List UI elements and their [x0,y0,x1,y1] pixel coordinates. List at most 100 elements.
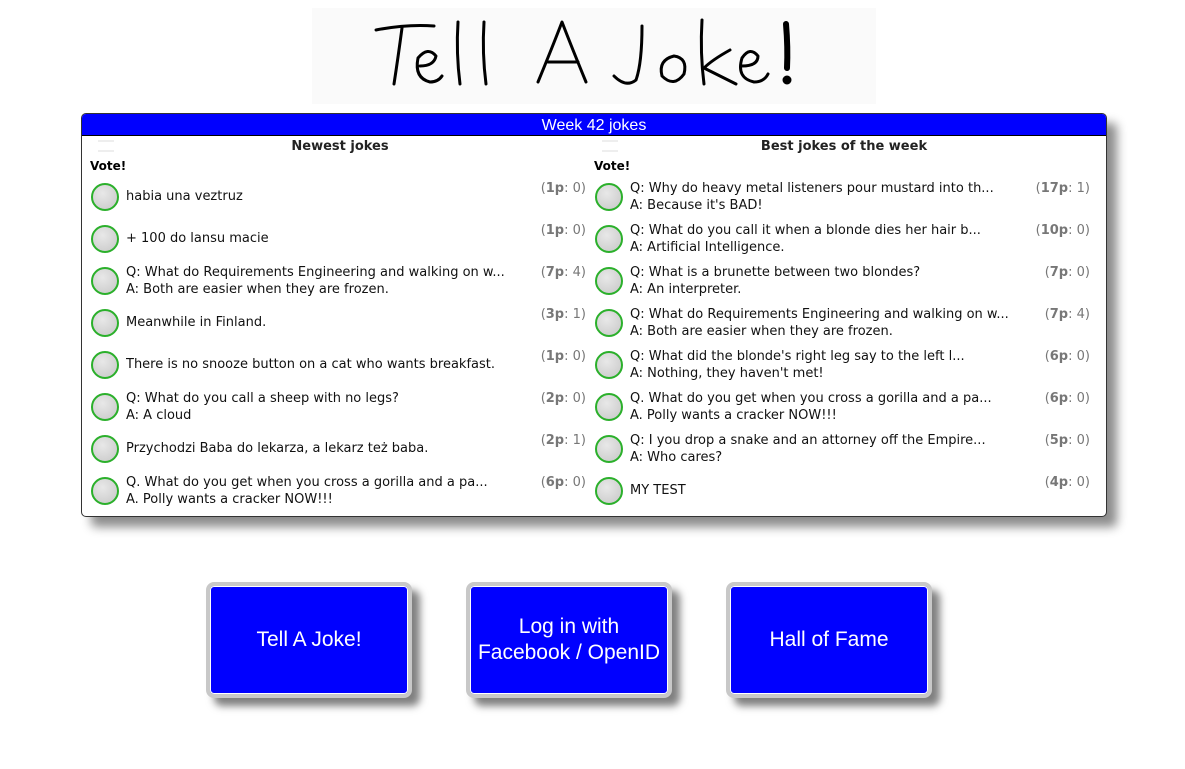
joke-score: (7p: 0) [1044,265,1090,280]
joke-text[interactable]: Q: Why do heavy metal listeners pour mus… [630,180,1020,214]
joke-line-1: Przychodzi Baba do lekarza, a lekarz też… [126,441,429,456]
vote-button[interactable] [595,183,623,211]
joke-score: (1p: 0) [540,349,586,364]
vote-button[interactable] [595,267,623,295]
joke-row: Q. What do you get when you cross a gori… [88,469,592,511]
vote-button[interactable] [91,309,119,337]
hall-of-fame-button[interactable]: Hall of Fame [726,582,932,698]
score-points: 5p [1049,433,1069,448]
joke-line-2: A: Artificial Intelligence. [630,240,785,255]
score-extra: 1 [572,433,581,448]
joke-line-2: A. Polly wants a cracker NOW!!! [126,492,333,507]
joke-line-1: Meanwhile in Finland. [126,315,267,330]
joke-text[interactable]: There is no snooze button on a cat who w… [126,356,516,373]
vote-label: Vote! [594,159,631,173]
joke-score: (7p: 4) [1044,307,1090,322]
score-points: 1p [545,223,565,238]
score-points: 10p [1040,223,1069,238]
vote-button[interactable] [91,351,119,379]
joke-text[interactable]: Q. What do you get when you cross a gori… [630,390,1020,424]
score-points: 3p [545,307,565,322]
score-points: 1p [545,349,565,364]
vote-button[interactable] [91,393,119,421]
joke-text[interactable]: Q: I you drop a snake and an attorney of… [630,432,1020,466]
score-points: 6p [545,475,565,490]
vote-button[interactable] [595,477,623,505]
joke-score: (6p: 0) [540,475,586,490]
score-extra: 0 [1076,391,1085,406]
newest-jokes-list: habia una veztruz (1p: 0) + 100 do lansu m… [88,175,592,511]
joke-text[interactable]: Meanwhile in Finland. [126,314,516,331]
score-extra: 0 [1076,265,1085,280]
joke-line-2: A: A cloud [126,408,192,423]
joke-line-1: Q: What do Requirements Engineering and … [630,307,1009,322]
score-extra: 0 [1076,475,1085,490]
vote-button[interactable] [91,477,119,505]
joke-score: (3p: 1) [540,307,586,322]
score-points: 1p [545,181,565,196]
joke-row: Q: Why do heavy metal listeners pour mus… [592,175,1096,217]
newest-jokes-title: Newest jokes [88,137,592,157]
joke-score: (7p: 4) [540,265,586,280]
joke-text[interactable]: Q: What do you call it when a blonde die… [630,222,1020,256]
vote-button[interactable] [595,309,623,337]
score-extra: 0 [1076,223,1085,238]
vote-button[interactable] [595,435,623,463]
drag-grip-icon [98,140,114,152]
joke-score: (4p: 0) [1044,475,1090,490]
score-extra: 0 [572,475,581,490]
joke-score: (10p: 0) [1035,223,1090,238]
joke-text[interactable]: Q: What do Requirements Engineering and … [126,264,516,298]
joke-score: (2p: 0) [540,391,586,406]
score-points: 6p [1049,391,1069,406]
joke-line-2: A: Who cares? [630,450,723,465]
joke-score: (5p: 0) [1044,433,1090,448]
tell-a-joke-button[interactable]: Tell A Joke! [206,582,412,698]
vote-button[interactable] [91,267,119,295]
joke-line-2: A: Both are easier when they are frozen. [630,324,893,339]
joke-line-1: Q: What do you call it when a blonde die… [630,223,981,238]
login-facebook-openid-button[interactable]: Log in with Facebook / OpenID [466,582,672,698]
joke-row: Q: What did the blonde's right leg say t… [592,343,1096,385]
joke-text[interactable]: Q: What is a brunette between two blonde… [630,264,1020,298]
joke-line-1: + 100 do lansu macie [126,231,269,246]
joke-line-1: Q: What do you call a sheep with no legs… [126,391,399,406]
joke-line-2: A. Polly wants a cracker NOW!!! [630,408,837,423]
best-jokes-column: Best jokes of the week Vote! Q: Why do h… [592,136,1096,511]
joke-text[interactable]: + 100 do lansu macie [126,230,516,247]
joke-text[interactable]: Q: What do you call a sheep with no legs… [126,390,516,424]
joke-line-1: Q: What do Requirements Engineering and … [126,265,505,280]
joke-row: Q: What do you call a sheep with no legs… [88,385,592,427]
vote-button[interactable] [595,393,623,421]
joke-row: Przychodzi Baba do lekarza, a lekarz też… [88,427,592,469]
joke-row: There is no snooze button on a cat who w… [88,343,592,385]
joke-row: Q: What is a brunette between two blonde… [592,259,1096,301]
joke-text[interactable]: Q: What did the blonde's right leg say t… [630,348,1020,382]
joke-text[interactable]: Q. What do you get when you cross a gori… [126,474,516,508]
vote-button[interactable] [91,183,119,211]
joke-line-1: Q: Why do heavy metal listeners pour mus… [630,181,994,196]
joke-line-1: Q: What is a brunette between two blonde… [630,265,921,280]
panel-title: Week 42 jokes [82,114,1106,136]
joke-line-2: A: Both are easier when they are frozen. [126,282,389,297]
vote-button[interactable] [91,225,119,253]
joke-row: + 100 do lansu macie (1p: 0) [88,217,592,259]
joke-text[interactable]: Q: What do Requirements Engineering and … [630,306,1020,340]
joke-text[interactable]: MY TEST [630,482,1020,499]
vote-button[interactable] [595,351,623,379]
best-jokes-title: Best jokes of the week [592,137,1096,157]
joke-row: Q: What do Requirements Engineering and … [88,259,592,301]
joke-text[interactable]: Przychodzi Baba do lekarza, a lekarz też… [126,440,516,457]
joke-row: Meanwhile in Finland. (3p: 1) [88,301,592,343]
joke-row: habia una veztruz (1p: 0) [88,175,592,217]
vote-button[interactable] [595,225,623,253]
joke-text[interactable]: habia una veztruz [126,188,516,205]
best-jokes-list: Q: Why do heavy metal listeners pour mus… [592,175,1096,511]
joke-row: Q. What do you get when you cross a gori… [592,385,1096,427]
vote-button[interactable] [91,435,119,463]
newest-jokes-heading: Newest jokes [291,139,389,154]
login-label-line1: Log in with [518,615,620,638]
joke-line-2: A: An interpreter. [630,282,742,297]
score-points: 7p [545,265,565,280]
site-logo [312,8,876,104]
